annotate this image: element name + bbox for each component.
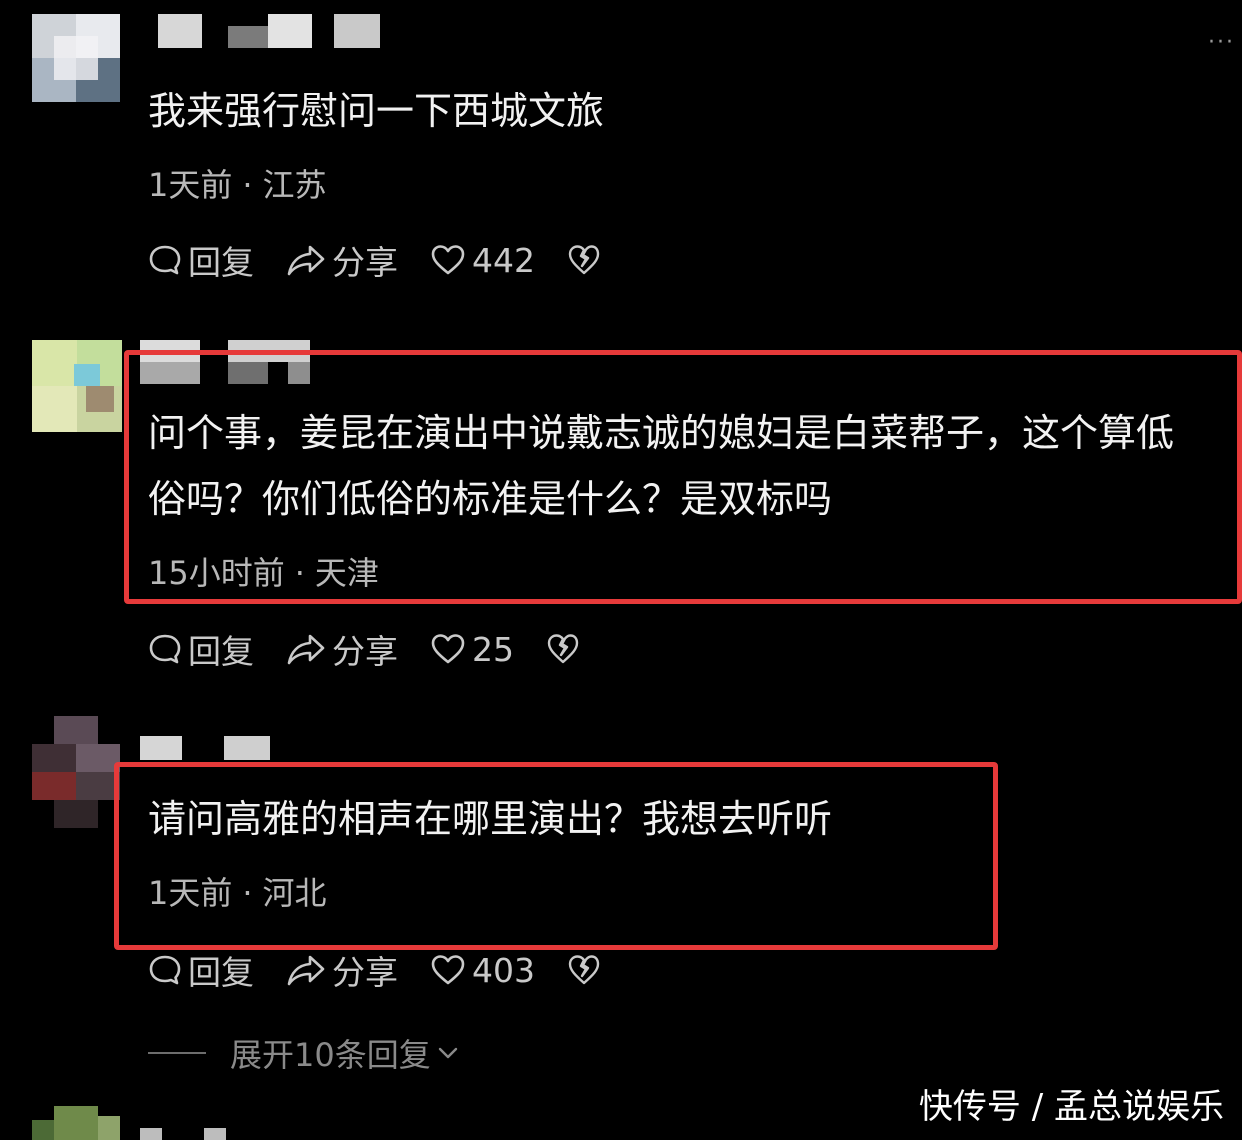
username-blurred[interactable] <box>140 1128 280 1140</box>
comment-text: 我来强行慰问一下西城文旅 <box>148 89 605 133</box>
reply-label: 回复 <box>188 632 254 671</box>
comment-time: 1天前 <box>148 874 233 912</box>
comment-time: 15小时前 <box>148 554 285 592</box>
share-label: 分享 <box>332 632 398 671</box>
avatar[interactable] <box>32 340 122 432</box>
meta-separator: · <box>242 874 253 912</box>
expand-replies-button[interactable]: 展开10条回复 <box>148 1030 461 1076</box>
watermark: 快传号 / 孟总说娱乐 <box>914 1077 1228 1130</box>
dislike-button[interactable] <box>567 953 601 987</box>
comment-time: 1天前 <box>148 166 233 204</box>
meta-separator: · <box>242 166 253 204</box>
heart-icon <box>431 955 465 985</box>
share-arrow-icon <box>287 634 325 665</box>
comment-location: 天津 <box>314 554 379 592</box>
share-arrow-icon <box>287 955 325 986</box>
comment-actions: 回复 分享 442 <box>148 238 633 282</box>
share-button[interactable]: 分享 <box>286 236 398 284</box>
heart-icon <box>431 634 465 664</box>
reply-label: 回复 <box>188 953 254 992</box>
share-label: 分享 <box>332 243 398 282</box>
comment-actions: 回复 分享 25 <box>148 627 612 671</box>
share-arrow-icon <box>287 245 325 276</box>
meta-separator: · <box>294 554 305 592</box>
expand-replies-label: 展开10条回复 <box>230 1036 431 1074</box>
speech-bubble-icon <box>149 245 181 275</box>
broken-heart-icon <box>568 955 600 985</box>
like-count: 25 <box>472 629 514 669</box>
more-menu-icon[interactable]: ··· <box>1208 30 1235 55</box>
like-button[interactable]: 403 <box>430 951 535 990</box>
avatar[interactable] <box>32 14 120 102</box>
heart-icon <box>431 245 465 275</box>
reply-button[interactable]: 回复 <box>148 236 254 284</box>
comment-text: 问个事，姜昆在演出中说戴志诚的媳妇是白菜帮子，这个算低 俗吗？你们低俗的标准是什… <box>148 411 1175 521</box>
avatar[interactable] <box>32 716 120 828</box>
share-label: 分享 <box>332 953 398 992</box>
dislike-button[interactable] <box>567 243 601 277</box>
speech-bubble-icon <box>149 634 181 664</box>
broken-heart-icon <box>568 245 600 275</box>
broken-heart-icon <box>547 634 579 664</box>
chevron-down-icon <box>438 1047 457 1059</box>
speech-bubble-icon <box>149 955 181 985</box>
share-button[interactable]: 分享 <box>286 946 398 994</box>
like-count: 442 <box>472 240 535 280</box>
username-blurred[interactable] <box>140 736 280 764</box>
like-count: 403 <box>472 950 535 990</box>
comment-text: 请问高雅的相声在哪里演出？我想去听听 <box>148 797 833 841</box>
comment-meta: 1天前 · 河北 <box>148 868 327 914</box>
reply-label: 回复 <box>188 243 254 282</box>
comment-actions: 回复 分享 403 <box>148 948 633 992</box>
comment-location: 江苏 <box>262 166 327 204</box>
share-button[interactable]: 分享 <box>286 625 398 673</box>
like-button[interactable]: 442 <box>430 241 535 280</box>
avatar[interactable] <box>32 1106 120 1140</box>
dislike-button[interactable] <box>546 632 580 666</box>
comment-location: 河北 <box>262 874 327 912</box>
username-blurred[interactable] <box>158 14 388 48</box>
comment-meta: 1天前 · 江苏 <box>148 160 327 206</box>
divider-line <box>148 1052 206 1054</box>
reply-button[interactable]: 回复 <box>148 625 254 673</box>
like-button[interactable]: 25 <box>430 630 514 669</box>
comment-meta: 15小时前 · 天津 <box>148 548 379 594</box>
reply-button[interactable]: 回复 <box>148 946 254 994</box>
